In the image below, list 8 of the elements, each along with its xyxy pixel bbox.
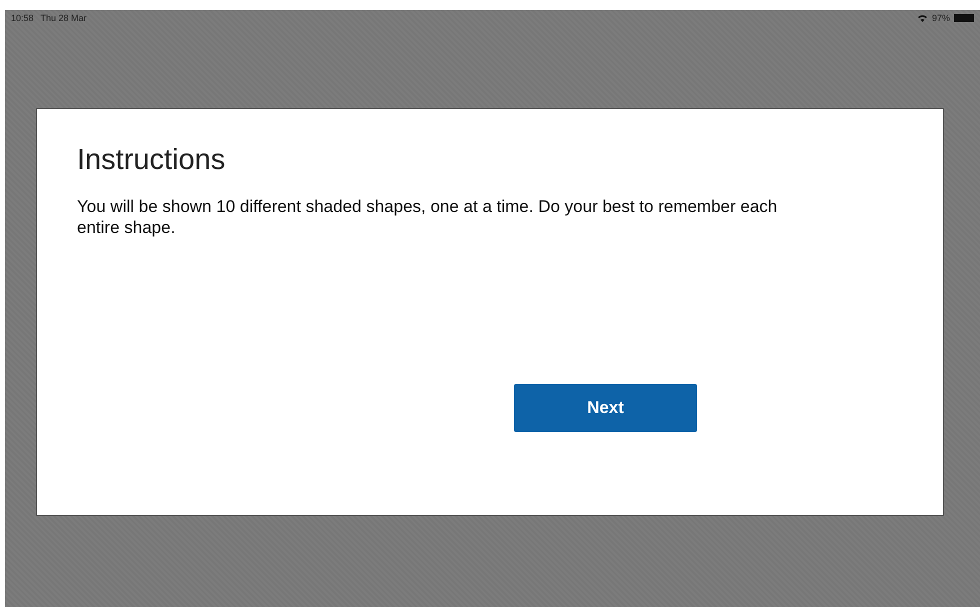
wifi-icon: [916, 14, 928, 22]
status-time: 10:58: [11, 13, 34, 23]
card-title: Instructions: [77, 143, 226, 178]
instructions-text: You will be shown 10 different shaded shapes, one at a time. Do your best to remember each entire shape.: [77, 196, 778, 238]
battery-percentage: 97%: [932, 13, 950, 23]
next-button[interactable]: Next: [514, 384, 697, 432]
battery-icon: [954, 14, 974, 22]
status-date: Thu 28 Mar: [40, 13, 87, 23]
